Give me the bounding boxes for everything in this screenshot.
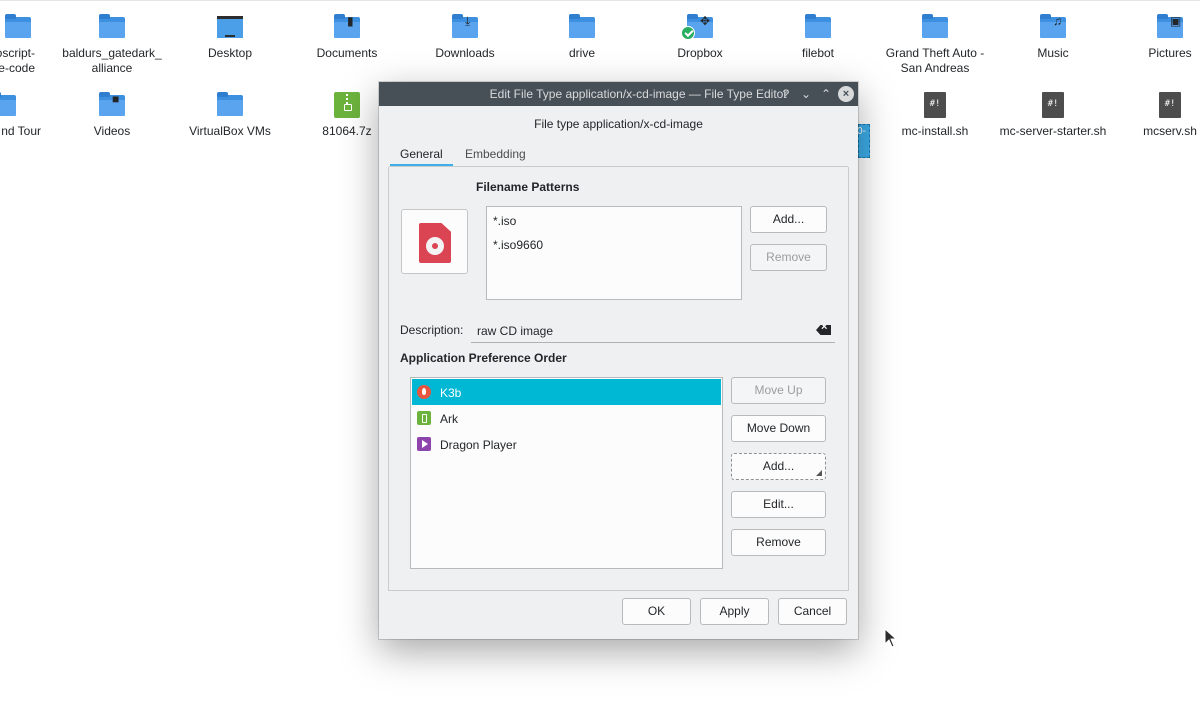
desktop-item-label: Dropbox (677, 46, 723, 60)
desktop-item-music[interactable]: ♫ Music (1000, 0, 1106, 61)
desktop-item-label: Downloads (435, 46, 495, 60)
filename-patterns-list[interactable]: *.iso *.iso9660 (486, 206, 742, 300)
description-value[interactable]: raw CD image (477, 324, 553, 338)
desktop-item-mc-install[interactable]: mc-install.sh (882, 78, 988, 139)
desktop-item-label: Grand Theft Auto - San Andreas (885, 46, 985, 75)
general-tab-panel: Filename Patterns *.iso *.iso9660 Add...… (388, 167, 849, 591)
k3b-icon (417, 385, 431, 399)
tab-general[interactable]: General (390, 142, 453, 166)
desktop-item-dropbox[interactable]: ✥ Dropbox (647, 0, 753, 61)
move-up-button[interactable]: Move Up (731, 377, 826, 404)
script-icon (1157, 92, 1183, 118)
ok-button[interactable]: OK (622, 598, 691, 625)
desktop-icon (217, 14, 243, 38)
sync-check-icon (681, 26, 695, 40)
folder-videos-icon: ■ (99, 92, 125, 116)
application-preference-title: Application Preference Order (400, 351, 567, 365)
cd-image-icon (419, 223, 451, 263)
desktop-item-label: mc-server-starter.sh (999, 124, 1107, 138)
folder-documents-icon: ▮ (334, 14, 360, 38)
desktop-item-label: baldurs_gatedark_ alliance (62, 46, 162, 75)
app-item-label: Dragon Player (440, 438, 517, 452)
folder-icon (922, 14, 948, 38)
folder-icon (805, 14, 831, 38)
file-type-editor-dialog: Edit File Type application/x-cd-image — … (379, 82, 858, 639)
desktop-item-label: drive (568, 46, 595, 60)
desktop-item-label: Music (1037, 46, 1069, 60)
edit-application-button[interactable]: Edit... (731, 491, 826, 518)
minimize-button[interactable]: ⌄ (798, 86, 814, 102)
description-field[interactable]: raw CD image (471, 318, 835, 343)
dragon-player-icon (417, 437, 431, 451)
desktop-item-filebot[interactable]: filebot (765, 0, 871, 61)
move-down-button[interactable]: Move Down (731, 415, 826, 442)
desktop-item-virtualbox-vms[interactable]: VirtualBox VMs (177, 78, 283, 139)
folder-icon (0, 92, 16, 116)
desktop-item-label: filebot (801, 46, 835, 60)
add-application-button[interactable]: Add... (731, 453, 826, 480)
app-item-dragon-player[interactable]: Dragon Player (412, 431, 721, 457)
desktop-item-downloads[interactable]: ⤓ Downloads (412, 0, 518, 61)
help-button[interactable]: ? (778, 86, 794, 102)
window-titlebar[interactable]: Edit File Type application/x-cd-image — … (379, 82, 858, 106)
ark-icon (417, 411, 431, 425)
application-list[interactable]: K3b Ark Dragon Player (410, 377, 723, 569)
app-item-label: K3b (440, 386, 462, 400)
folder-icon (569, 14, 595, 38)
desktop-item-mcserv[interactable]: mcserv.sh (1117, 78, 1200, 139)
filename-patterns-title: Filename Patterns (476, 180, 580, 194)
menu-corner-icon (816, 470, 822, 476)
apply-button[interactable]: Apply (700, 598, 769, 625)
folder-icon (5, 14, 31, 38)
pattern-item[interactable]: *.iso (493, 214, 516, 228)
desktop-item-label: Desktop (207, 46, 253, 60)
desktop-item-label: Videos (93, 124, 131, 138)
desktop-item-label: Pictures (1148, 46, 1192, 60)
folder-icon (99, 14, 125, 38)
desktop-item-label: VirtualBox VMs (189, 124, 271, 138)
desktop-item-pictures[interactable]: ▣ Pictures (1117, 0, 1200, 61)
desktop-item-label: Documents (316, 46, 378, 60)
remove-application-button[interactable]: Remove (731, 529, 826, 556)
add-pattern-button[interactable]: Add... (750, 206, 827, 233)
clear-text-icon[interactable] (816, 325, 831, 335)
add-application-label: Add... (762, 459, 795, 473)
desktop-item-label: mc-install.sh (901, 124, 969, 138)
app-item-ark[interactable]: Ark (412, 405, 721, 431)
selected-desktop-item-fragment[interactable]: 0- (857, 124, 870, 158)
desktop-item-documents[interactable]: ▮ Documents (294, 0, 400, 61)
close-button[interactable]: × (838, 86, 854, 102)
app-item-k3b[interactable]: K3b (412, 379, 721, 405)
desktop-item-drive[interactable]: drive (529, 0, 635, 61)
dialog-subtitle: File type application/x-cd-image (534, 117, 703, 131)
pattern-item[interactable]: *.iso9660 (493, 238, 543, 252)
folder-music-icon: ♫ (1040, 14, 1066, 38)
desktop-item-mc-server-starter[interactable]: mc-server-starter.sh (995, 78, 1111, 139)
file-type-icon-button[interactable] (401, 209, 468, 274)
desktop-item-desktop[interactable]: Desktop (177, 0, 283, 61)
folder-dropbox-icon: ✥ (681, 14, 713, 40)
script-icon (1040, 92, 1066, 118)
archive-icon (334, 92, 360, 118)
desktop-item-grand-tour[interactable]: nd Tour (0, 78, 56, 139)
remove-pattern-button[interactable]: Remove (750, 244, 827, 271)
desktop-item-label: nd Tour (1, 124, 41, 138)
cancel-button[interactable]: Cancel (778, 598, 847, 625)
folder-pictures-icon: ▣ (1157, 14, 1183, 38)
tab-embedding[interactable]: Embedding (455, 142, 536, 166)
folder-downloads-icon: ⤓ (452, 14, 478, 38)
maximize-button[interactable]: ⌃ (818, 86, 834, 102)
app-item-label: Ark (440, 412, 458, 426)
script-icon (922, 92, 948, 118)
description-label: Description: (400, 323, 464, 337)
desktop-item-baldurs-gate[interactable]: baldurs_gatedark_ alliance (59, 0, 165, 76)
folder-icon (217, 92, 243, 116)
desktop-item-videos[interactable]: ■ Videos (59, 78, 165, 139)
desktop-item-label: mcserv.sh (1143, 124, 1197, 138)
desktop-item-gta-san-andreas[interactable]: Grand Theft Auto - San Andreas (877, 0, 993, 76)
